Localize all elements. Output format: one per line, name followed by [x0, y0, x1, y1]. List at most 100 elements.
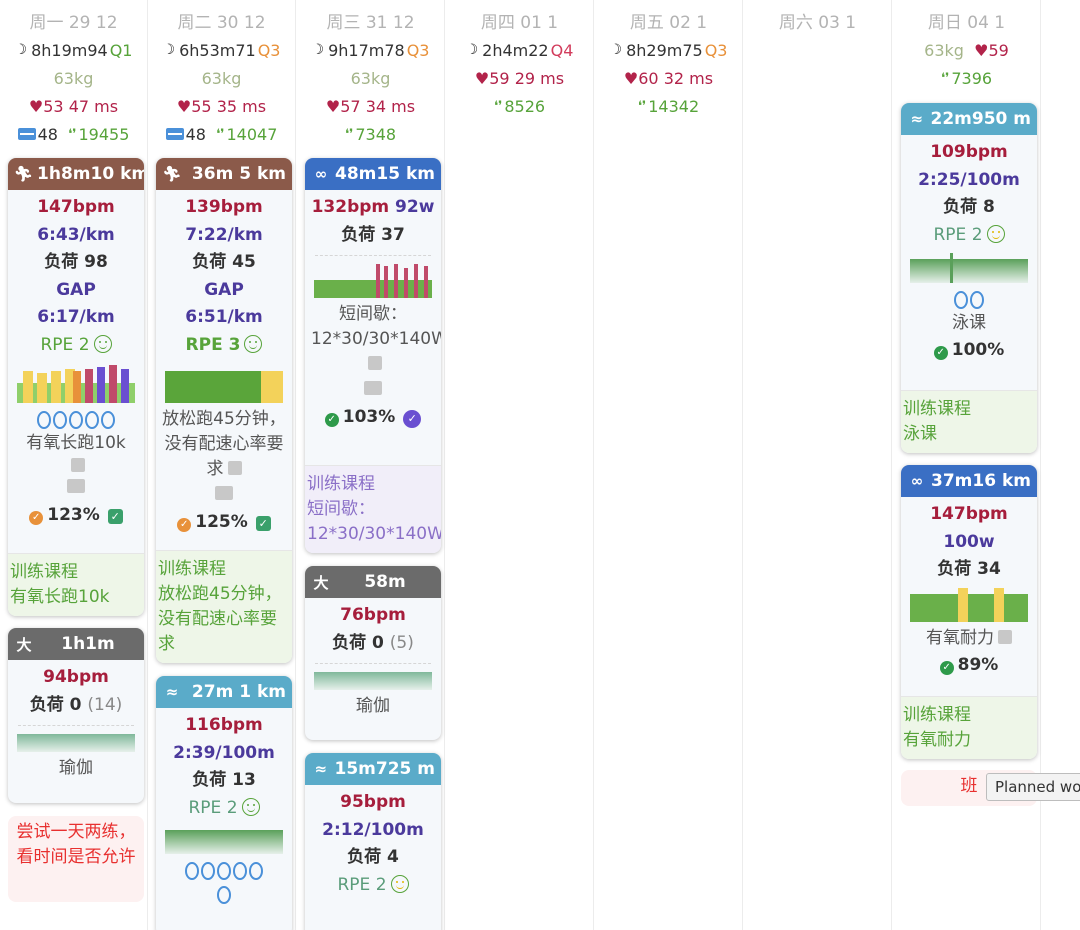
steps-stat[interactable]: ❛❜ 7348: [297, 120, 444, 148]
heart-stat[interactable]: ♥ 60 32 ms: [595, 64, 742, 92]
steps-stat[interactable]: ❛❜ 8526: [446, 92, 593, 120]
planned-workout[interactable]: 训练课程 泳课: [901, 390, 1037, 453]
training-load: 负荷 98: [44, 252, 108, 272]
map-icon[interactable]: [368, 356, 382, 370]
day-header: 周三 31 12: [326, 13, 415, 33]
stress-steps-stat[interactable]: 48 ❛❜ 19455: [0, 120, 147, 148]
avg-heart-rate: 147bpm: [930, 504, 1008, 524]
intensity-chart: [17, 365, 135, 403]
heart-stat[interactable]: ♥ 59 29 ms: [446, 64, 593, 92]
day-column-tue: 周二 30 12 ☽ 6h53m 71 Q3 63kg ♥ 55 35 ms 48 ❛❜…: [148, 0, 296, 930]
checkbox-icon[interactable]: ✓: [255, 516, 271, 531]
workout-header: 大 58m: [305, 566, 441, 598]
workout-card-bike[interactable]: ∞ 48m 15 km 132bpm 92w 负荷 37 短间歇：12*30/30*…: [305, 158, 441, 553]
planned-workout[interactable]: 训练课程 有氧耐力: [901, 696, 1037, 759]
intensity-chart: [165, 830, 283, 854]
avg-pace: 7:22/km: [185, 224, 263, 245]
compliance: ✓ 100%: [905, 336, 1033, 364]
run-icon: 🏃︎: [14, 165, 34, 183]
gap-pace: 6:51/km: [185, 307, 263, 327]
sleep-stat[interactable]: ☽ 9h17m 78 Q3: [297, 36, 444, 64]
workout-card-run[interactable]: 🏃︎ 36m 5 km 139bpm 7:22/km 负荷 45 GAP 6:51/…: [156, 158, 292, 663]
training-load: 负荷 8: [943, 197, 995, 217]
stress-icon: [165, 128, 184, 140]
watch-icon: [53, 410, 67, 429]
sleep-stat[interactable]: ☽ 8h19m 94 Q1: [0, 36, 147, 64]
weight-stat[interactable]: 63kg: [0, 64, 147, 92]
rpe: RPE 3: [160, 332, 288, 360]
avg-heart-rate: 147bpm: [37, 197, 115, 217]
heart-icon: ♥: [325, 96, 341, 116]
sleep-stat[interactable]: ☽ 8h29m 75 Q3: [595, 36, 742, 64]
comment-icon[interactable]: [364, 381, 382, 395]
heart-stat[interactable]: ♥ 55 35 ms: [148, 92, 295, 120]
watch-icon: [201, 861, 215, 880]
day-header: 周六 03 1: [778, 13, 857, 33]
steps-stat[interactable]: ❛❜ 7396: [893, 64, 1040, 92]
hr-power: 132bpm 92w: [311, 197, 435, 217]
moon-icon: ☽: [465, 42, 479, 58]
footsteps-icon: ❛❜: [216, 126, 225, 142]
weight-stat[interactable]: 63kg: [297, 64, 444, 92]
training-load: 负荷 13: [192, 770, 256, 790]
smile-icon: [986, 224, 1005, 243]
day-note[interactable]: 尝试一天两练，看时间是否允许: [8, 816, 144, 902]
workout-card-bike[interactable]: ∞ 37m 16 km 147bpm 100w 负荷 34 有氧耐力 ✓ 89% 训练…: [901, 465, 1037, 759]
workout-header: ≈15m 725 m: [305, 753, 441, 785]
rpe: RPE 2: [309, 872, 437, 900]
workout-note: 短间歇：12*30/30*140W: [309, 302, 441, 377]
gap-label: GAP: [204, 279, 244, 300]
workout-header: ≈22m 950 m: [901, 103, 1037, 135]
training-load: 负荷 4: [347, 847, 399, 867]
swim-icon: ≈: [314, 760, 328, 778]
planned-workout[interactable]: 训练课程 有氧长跑10k: [8, 553, 144, 616]
heart-stat[interactable]: ♥ 53 47 ms: [0, 92, 147, 120]
workout-note: 有氧耐力: [905, 626, 1033, 651]
map-icon[interactable]: [998, 629, 1012, 644]
watch-icon: [217, 885, 231, 904]
day-column-sat: 周六 03 1: [744, 0, 892, 930]
workout-header: ≈27m 1 km: [156, 676, 292, 708]
sleep-stat[interactable]: ☽ 6h53m 71 Q3: [148, 36, 295, 64]
watch-icon: [954, 290, 968, 309]
workout-header: 大 1h1m: [8, 628, 144, 660]
map-icon[interactable]: [227, 461, 242, 475]
training-load: 负荷 37: [341, 224, 405, 245]
check-icon: ✓: [324, 413, 339, 427]
moon-icon: ☽: [609, 42, 623, 58]
training-load: 负荷 0 (14): [29, 694, 123, 715]
heart-icon: ♥: [974, 40, 989, 60]
avg-heart-rate: 95bpm: [340, 792, 406, 812]
check-icon: ✓: [29, 511, 44, 525]
stress-steps-stat[interactable]: 48 ❛❜ 14047: [148, 120, 295, 148]
planned-workout[interactable]: 训练课程 放松跑45分钟，没有配速心率要求: [156, 550, 292, 663]
workout-card-swim[interactable]: ≈15m 725 m 95bpm 2:12/100m 负荷 4 RPE 2: [305, 753, 441, 930]
workout-header: 🏃︎ 1h8m 10 km: [8, 158, 144, 190]
workout-card-yoga[interactable]: 大 1h1m 94bpm 负荷 0 (14) 瑜伽: [8, 628, 144, 803]
avg-power: 100w: [943, 531, 995, 552]
intensity-chart: [314, 672, 432, 690]
workout-card-swim[interactable]: ≈22m 950 m 109bpm 2:25/100m 负荷 8 RPE 2 泳课…: [901, 103, 1037, 453]
workout-card-run[interactable]: 🏃︎ 1h8m 10 km 147bpm 6:43/km 负荷 98 GAP 6:1…: [8, 158, 144, 616]
steps-stat[interactable]: ❛❜ 14342: [595, 92, 742, 120]
avg-heart-rate: 109bpm: [930, 142, 1008, 162]
intensity-chart: [910, 587, 1028, 622]
comment-icon[interactable]: [215, 486, 233, 500]
planned-workout[interactable]: 训练课程 短间歇：12*30/30*140W: [305, 465, 441, 553]
weight-stat[interactable]: 63kg: [148, 64, 295, 92]
day-column-mon: 周一 29 12 ☽ 8h19m 94 Q1 63kg ♥ 53 47 ms 48 ❛❜…: [0, 0, 148, 930]
map-icon[interactable]: [71, 458, 85, 472]
workout-card-yoga[interactable]: 大 58m 76bpm 负荷 0 (5) 瑜伽: [305, 566, 441, 740]
heart-icon: ♥: [623, 68, 639, 88]
avg-heart-rate: 94bpm: [43, 667, 109, 687]
footsteps-icon: ❛❜: [637, 98, 647, 114]
training-load: 负荷 0 (5): [332, 632, 414, 653]
workout-card-swim[interactable]: ≈27m 1 km 116bpm 2:39/100m 负荷 13 RPE 2: [156, 676, 292, 930]
weight-heart-stat[interactable]: 63kg ♥ 59: [893, 36, 1040, 64]
device-icons: [12, 407, 140, 431]
comment-icon[interactable]: [67, 479, 85, 493]
heart-icon: ♥: [176, 96, 192, 116]
heart-stat[interactable]: ♥ 57 34 ms: [297, 92, 444, 120]
sleep-stat[interactable]: ☽ 2h4m 22 Q4: [446, 36, 593, 64]
checkbox-icon[interactable]: ✓: [107, 509, 123, 524]
